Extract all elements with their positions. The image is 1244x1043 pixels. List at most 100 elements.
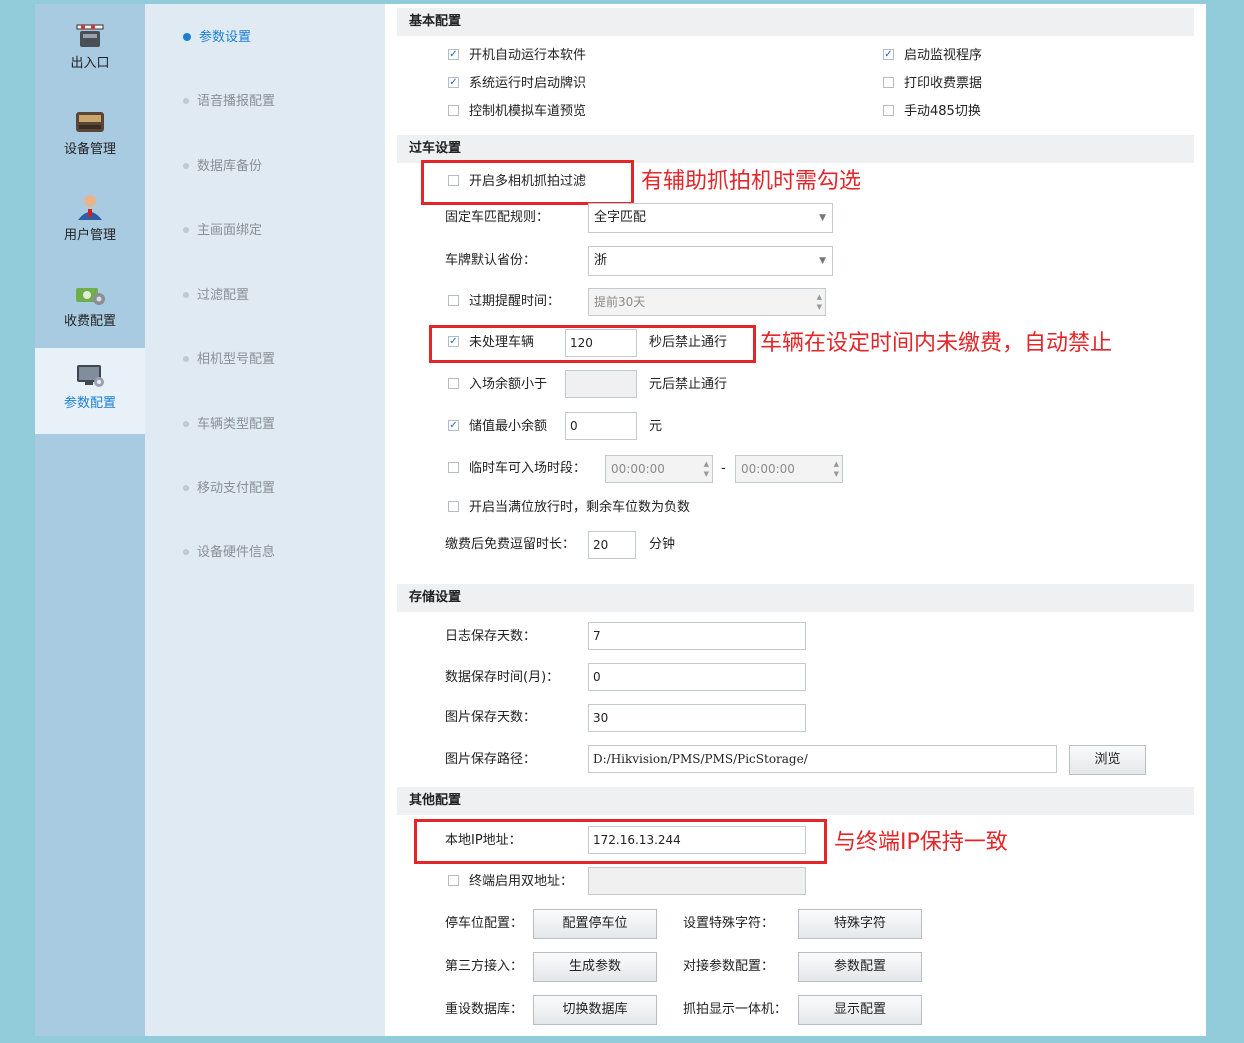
bullet-icon (183, 291, 189, 298)
display-config-button[interactable]: 显示配置 (798, 995, 922, 1025)
min-balance-checkbox[interactable]: ✓ 储值最小余额 (448, 417, 547, 437)
annotation-multi-camera: 有辅助抓拍机时需勾选 (641, 169, 862, 194)
checkbox-box[interactable] (883, 77, 894, 88)
charge-icon (76, 288, 105, 305)
pic-days-label: 图片保存天数： (445, 710, 537, 725)
sub-item-main-bind[interactable]: 主画面绑定 (183, 219, 262, 239)
spin-down-icon[interactable]: ▼ (704, 471, 709, 478)
annotation-local-ip: 与终端IP保持一致 (834, 830, 1008, 855)
data-months-label: 数据保存时间(月)： (445, 670, 560, 685)
sub-item-voice[interactable]: 语音播报配置 (183, 90, 275, 110)
switch-db-button[interactable]: 切换数据库 (533, 995, 657, 1025)
temp-time-end[interactable]: 00:00:00 ▲ ▼ (735, 455, 843, 483)
min-balance-suffix: 元 (649, 419, 663, 434)
annotation-box-local-ip (414, 819, 827, 864)
section-pass-title: 过车设置 (397, 135, 1194, 163)
sub-nav: 参数设置 语音播报配置 数据库备份 主画面绑定 过滤配置 相机型号配置 车辆类型… (145, 4, 385, 1036)
spin-up-icon[interactable]: ▲ (817, 294, 822, 301)
device-icon (76, 112, 104, 132)
nav-item-charge[interactable]: 收费配置 (35, 266, 145, 352)
checkbox-box[interactable]: ✓ (448, 420, 459, 431)
expire-checkbox[interactable]: 过期提醒时间： (448, 292, 560, 312)
manual485-checkbox[interactable]: 手动485切换 (883, 102, 981, 122)
nav-label: 出入口 (70, 56, 110, 71)
spin-down-icon[interactable]: ▼ (817, 304, 822, 311)
dual-addr-input[interactable] (588, 867, 806, 895)
sub-item-params[interactable]: 参数设置 (183, 26, 251, 46)
sub-item-camera-model[interactable]: 相机型号配置 (183, 348, 275, 368)
simulate-checkbox[interactable]: 控制机模拟车道预览 (448, 102, 586, 122)
free-stay-label: 缴费后免费逗留时长： (445, 537, 576, 552)
checkbox-box[interactable] (448, 501, 459, 512)
docking-label: 对接参数配置： (683, 959, 775, 974)
free-stay-input[interactable]: 20 (588, 531, 636, 559)
nav-item-user[interactable]: 用户管理 (35, 180, 145, 266)
checkbox-box[interactable] (883, 105, 894, 116)
checkbox-box[interactable] (448, 378, 459, 389)
sub-item-vehicle-type[interactable]: 车辆类型配置 (183, 413, 275, 433)
configure-parking-button[interactable]: 配置停车位 (533, 909, 657, 939)
checkbox-box[interactable] (448, 295, 459, 306)
dual-addr-checkbox[interactable]: 终端启用双地址： (448, 872, 573, 892)
checkbox-box[interactable] (448, 462, 459, 473)
balance-entry-input[interactable] (565, 370, 637, 398)
balance-entry-checkbox[interactable]: 入场余额小于 (448, 375, 547, 395)
bullet-icon (183, 226, 189, 233)
match-rule-select[interactable]: 全字匹配 ▼ (588, 203, 833, 233)
sub-item-hardware[interactable]: 设备硬件信息 (183, 541, 275, 561)
annotation-box-unprocessed (429, 325, 756, 363)
sub-item-db-backup[interactable]: 数据库备份 (183, 155, 262, 175)
user-icon (78, 195, 102, 220)
left-nav: 出入口 设备管理 用户管理 收费配置 参数配置 (35, 4, 145, 1036)
temp-time-start[interactable]: 00:00:00 ▲ ▼ (605, 455, 713, 483)
bullet-icon (183, 548, 189, 555)
nav-item-params[interactable]: 参数配置 (35, 348, 145, 434)
full-release-checkbox[interactable]: 开启当满位放行时，剩余车位数为负数 (448, 498, 690, 518)
data-months-input[interactable]: 0 (588, 663, 806, 691)
reset-db-label: 重设数据库： (445, 1002, 524, 1017)
spin-up-icon[interactable]: ▲ (704, 461, 709, 468)
browse-button[interactable]: 浏览 (1069, 745, 1146, 775)
checkbox-box[interactable] (448, 105, 459, 116)
spin-down-icon[interactable]: ▼ (834, 471, 839, 478)
sub-item-filter[interactable]: 过滤配置 (183, 284, 249, 304)
checkbox-box[interactable] (448, 875, 459, 886)
nav-item-device[interactable]: 设备管理 (35, 94, 145, 180)
nav-label: 收费配置 (63, 314, 116, 329)
checkbox-box[interactable]: ✓ (448, 77, 459, 88)
bullet-icon (183, 355, 189, 362)
bullet-icon (183, 484, 189, 491)
bullet-icon (183, 97, 189, 104)
min-balance-input[interactable]: 0 (565, 412, 637, 440)
special-chars-button[interactable]: 特殊字符 (798, 909, 922, 939)
monitor-checkbox[interactable]: ✓ 启动监视程序 (883, 46, 982, 66)
nav-label: 参数配置 (63, 396, 116, 411)
nav-item-entrance[interactable]: 出入口 (35, 8, 145, 94)
section-basic-title: 基本配置 (397, 8, 1194, 36)
third-party-label: 第三方接入： (445, 959, 524, 974)
province-select[interactable]: 浙 ▼ (588, 246, 833, 276)
nav-label: 用户管理 (63, 228, 116, 243)
generate-params-button[interactable]: 生成参数 (533, 952, 657, 982)
temp-time-checkbox[interactable]: 临时车可入场时段： (448, 459, 586, 479)
annotation-box-multi-camera (421, 160, 634, 205)
auto-run-checkbox[interactable]: ✓ 开机自动运行本软件 (448, 46, 586, 66)
checkbox-box[interactable]: ✓ (883, 49, 894, 60)
free-stay-suffix: 分钟 (649, 537, 676, 552)
sub-item-mobile-pay[interactable]: 移动支付配置 (183, 477, 275, 497)
checkbox-box[interactable]: ✓ (448, 49, 459, 60)
pic-days-input[interactable]: 30 (588, 704, 806, 732)
log-days-input[interactable]: 7 (588, 622, 806, 650)
pic-path-input[interactable]: D:/Hikvision/PMS/PMS/PicStorage/ (588, 745, 1057, 773)
expire-spinner[interactable]: 提前30天 ▲ ▼ (588, 288, 826, 316)
nav-label: 设备管理 (63, 142, 116, 157)
app-window: 出入口 设备管理 用户管理 收费配置 参数配置 参数设置 语音播报配置 数据库备… (35, 4, 1206, 1036)
print-receipt-checkbox[interactable]: 打印收费票据 (883, 74, 982, 94)
capture-label: 抓拍显示一体机： (683, 1002, 788, 1017)
temp-time-dash: - (721, 461, 726, 476)
recognize-checkbox[interactable]: ✓ 系统运行时启动牌识 (448, 74, 586, 94)
barrier-gate-icon (76, 24, 104, 47)
bullet-icon (183, 32, 191, 41)
param-config-button[interactable]: 参数配置 (798, 952, 922, 982)
spin-up-icon[interactable]: ▲ (834, 461, 839, 468)
